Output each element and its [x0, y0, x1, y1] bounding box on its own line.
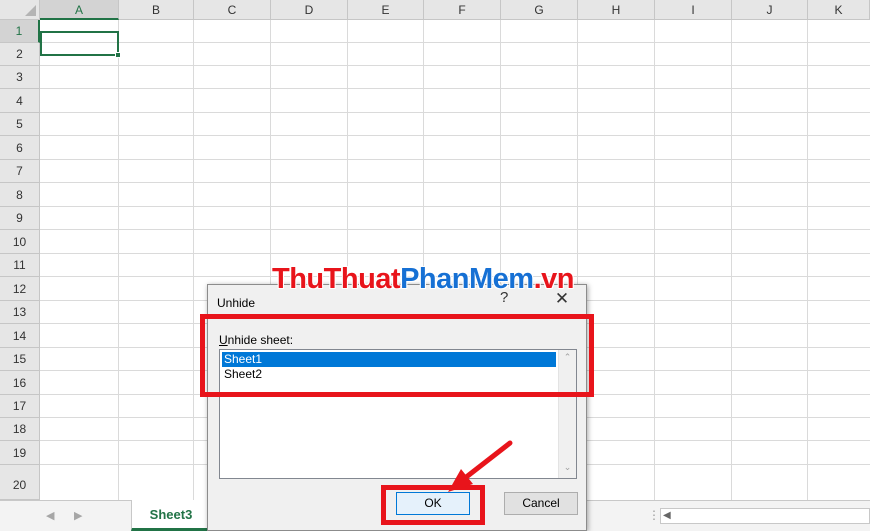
watermark-part-2: PhanMem [400, 263, 534, 295]
arrow-shaft [462, 440, 513, 481]
watermark-part-1: ThuThuat [272, 263, 401, 295]
site-watermark: ThuThuatPhanMem.vn [272, 263, 574, 296]
watermark-part-3: .vn [533, 263, 575, 295]
